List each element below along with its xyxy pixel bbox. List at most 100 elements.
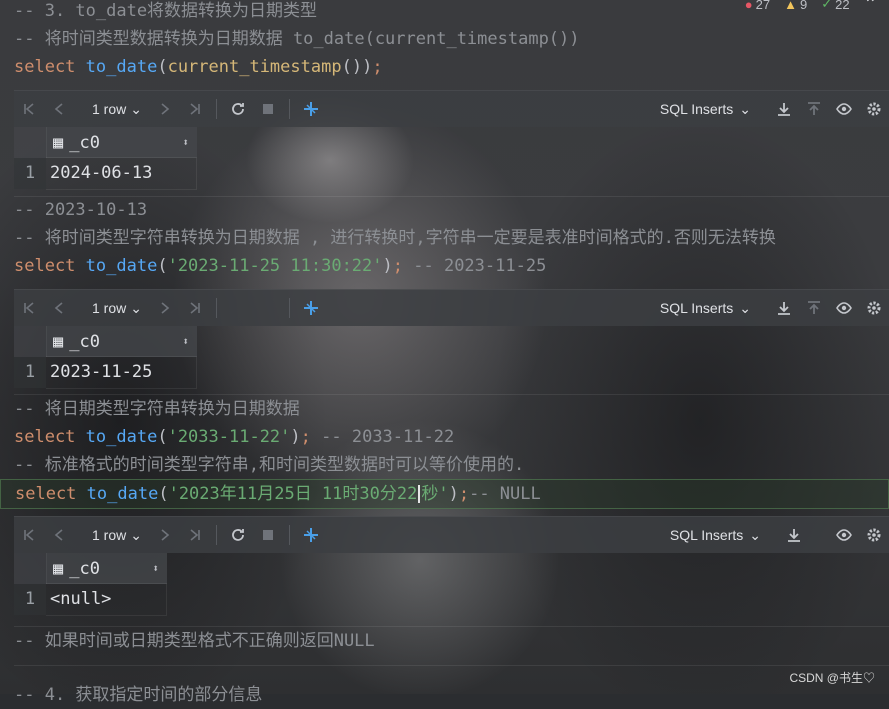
prev-page-icon[interactable] [44, 517, 74, 553]
paren: ( [157, 256, 168, 276]
stop-icon[interactable] [253, 91, 283, 127]
chevron-down-icon: ⌄ [739, 299, 751, 316]
function-name: to_date [85, 57, 158, 77]
upload-icon[interactable] [799, 290, 829, 326]
function-name: to_date [85, 427, 158, 447]
paren: ( [157, 427, 168, 447]
pin-icon[interactable] [296, 91, 326, 127]
result-grid-2: ▦ _c0 ⬍ 1 2023-11-25 [14, 326, 197, 389]
code-line-4[interactable]: -- 2023-10-13 [0, 196, 889, 224]
code-line-12[interactable]: -- 4. 获取指定时间的部分信息 [0, 681, 889, 709]
inline-comment: -- 2023-11-25 [403, 256, 547, 276]
table-row[interactable]: 1 2023-11-25 [14, 356, 197, 389]
eye-icon[interactable] [829, 517, 859, 553]
rows-selector[interactable]: 1 row ⌄ [74, 527, 150, 544]
prev-page-icon[interactable] [44, 91, 74, 127]
string-literal: '2023年11月25日 11时30分22 [168, 484, 418, 504]
result-grid-1: ▦ _c0 ⬍ 1 2024-06-13 [14, 127, 197, 190]
table-icon: ▦ [53, 331, 64, 352]
keyword: select [14, 57, 76, 77]
row-index: 1 [14, 357, 46, 388]
next-page-icon[interactable] [150, 91, 180, 127]
column-header[interactable]: ▦ _c0 ⬍ [46, 326, 197, 357]
eye-icon[interactable] [829, 91, 859, 127]
gear-icon[interactable] [859, 91, 889, 127]
sort-icon[interactable]: ⬍ [152, 562, 159, 575]
divider [14, 665, 889, 666]
code-line-7[interactable]: -- 将日期类型字符串转换为日期数据 [0, 395, 889, 423]
row-index-header [14, 326, 46, 357]
sort-icon[interactable]: ⬍ [182, 335, 189, 348]
last-page-icon[interactable] [180, 290, 210, 326]
function-name: to_date [85, 256, 158, 276]
separator [288, 99, 290, 119]
table-icon: ▦ [53, 132, 64, 153]
paren: ) [382, 256, 393, 276]
table-cell[interactable]: 2024-06-13 [46, 157, 197, 190]
pin-icon[interactable] [296, 517, 326, 553]
result-toolbar-1: 1 row ⌄ SQL Inserts ⌄ [14, 90, 889, 127]
code-line-2[interactable]: -- 将时间类型数据转换为日期数据 to_date(current_timest… [0, 25, 889, 53]
gear-icon[interactable] [859, 290, 889, 326]
column-header[interactable]: ▦ _c0 ⬍ [46, 553, 167, 584]
result-grid-3: ▦ _c0 ⬍ 1 <null> [14, 553, 167, 616]
keyword: select [14, 256, 76, 276]
semicolon: ; [458, 484, 470, 504]
code-line-8[interactable]: select to_date('2033-11-22'); -- 2033-11… [0, 423, 889, 451]
eye-icon[interactable] [829, 290, 859, 326]
rows-selector[interactable]: 1 row ⌄ [74, 300, 150, 317]
row-index: 1 [14, 158, 46, 189]
separator [215, 525, 217, 545]
separator [215, 298, 217, 318]
semicolon: ; [392, 256, 404, 276]
download-icon[interactable] [769, 91, 799, 127]
inline-comment: -- 2033-11-22 [310, 427, 455, 447]
export-format-selector[interactable]: SQL Inserts ⌄ [660, 101, 769, 118]
export-format-selector[interactable]: SQL Inserts ⌄ [660, 300, 769, 317]
first-page-icon[interactable] [14, 91, 44, 127]
gear-icon[interactable] [859, 517, 889, 553]
column-header[interactable]: ▦ _c0 ⬍ [46, 127, 197, 158]
export-format-selector[interactable]: SQL Inserts ⌄ [670, 527, 779, 544]
code-line-9[interactable]: -- 标准格式的时间类型字符串,和时间类型数据时可以等价使用的. [0, 451, 889, 479]
function-name: current_timestamp [167, 57, 342, 77]
paren: ) [362, 57, 373, 77]
prev-page-icon[interactable] [44, 290, 74, 326]
row-index-header [14, 553, 46, 584]
first-page-icon[interactable] [14, 517, 44, 553]
chevron-down-icon: ⌄ [130, 299, 142, 316]
code-line-11[interactable]: -- 如果时间或日期类型格式不正确则返回NULL [0, 627, 889, 655]
table-cell[interactable]: <null> [46, 583, 167, 616]
separator [288, 525, 290, 545]
rows-selector[interactable]: 1 row ⌄ [74, 101, 150, 118]
download-icon[interactable] [779, 517, 809, 553]
separator [288, 298, 290, 318]
refresh-icon[interactable] [223, 91, 253, 127]
code-line-5[interactable]: -- 将时间类型字符串转换为日期数据 , 进行转换时,字符串一定要是表准时间格式… [0, 224, 889, 252]
table-cell[interactable]: 2023-11-25 [46, 356, 197, 389]
table-row[interactable]: 1 <null> [14, 583, 167, 616]
upload-icon[interactable] [799, 91, 829, 127]
last-page-icon[interactable] [180, 517, 210, 553]
table-row[interactable]: 1 2024-06-13 [14, 157, 197, 190]
code-line-1[interactable]: -- 3. to_date将数据转换为日期类型 [0, 0, 889, 25]
keyword: select [14, 427, 76, 447]
chevron-down-icon: ⌄ [739, 100, 751, 117]
next-page-icon[interactable] [150, 517, 180, 553]
pin-icon[interactable] [296, 290, 326, 326]
string-literal: '2033-11-22' [167, 427, 291, 447]
code-line-3[interactable]: select to_date(current_timestamp()); [0, 53, 889, 81]
separator [215, 99, 217, 119]
sort-icon[interactable]: ⬍ [182, 136, 189, 149]
keyword: select [15, 484, 77, 504]
next-page-icon[interactable] [150, 290, 180, 326]
stop-icon[interactable] [253, 517, 283, 553]
first-page-icon[interactable] [14, 290, 44, 326]
last-page-icon[interactable] [180, 91, 210, 127]
download-icon[interactable] [769, 290, 799, 326]
inline-comment: -- NULL [469, 484, 541, 504]
refresh-icon[interactable] [223, 517, 253, 553]
code-line-6[interactable]: select to_date('2023-11-25 11:30:22'); -… [0, 252, 889, 280]
code-line-10[interactable]: select to_date('2023年11月25日 11时30分22 秒');… [0, 479, 889, 509]
